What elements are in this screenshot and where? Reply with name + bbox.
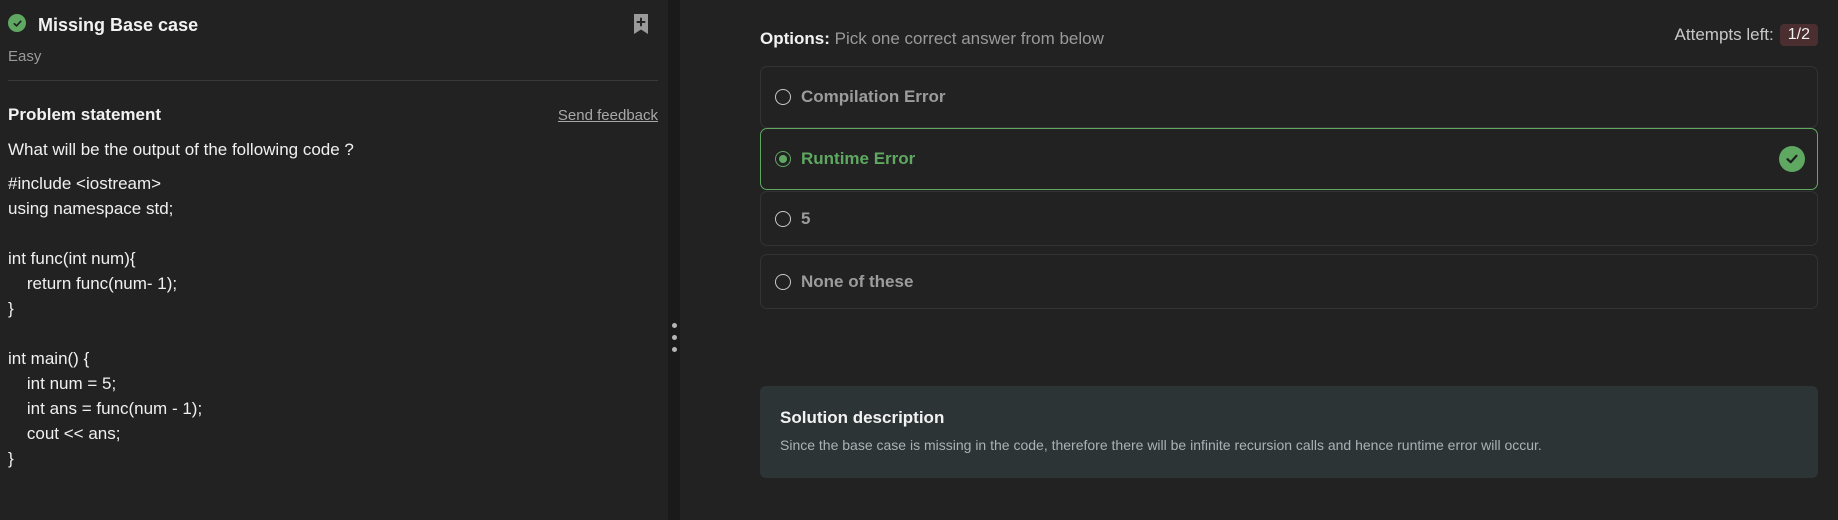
statement-heading: Problem statement [8,105,162,124]
attempts-indicator: Attempts left: 1/2 [1675,24,1818,46]
radio-button[interactable] [775,273,791,290]
code-line: } [8,299,14,318]
send-feedback-link[interactable]: Send feedback [558,107,658,124]
code-line: int num = 5; [8,374,117,393]
drag-dot [672,323,677,328]
radio-dot [779,155,787,163]
attempts-label: Attempts left: [1674,25,1774,44]
code-line: int main() { [8,349,90,368]
option-runtime-error[interactable]: Runtime Error [760,128,1818,190]
solution-text: Since the base case is missing in the co… [780,437,1542,453]
solution-box: Solution description Since the base case… [760,386,1818,478]
attempts-badge: 1/2 [1779,24,1818,46]
code-line: #include <iostream> [8,174,162,193]
option-5[interactable]: 5 [760,191,1818,246]
drag-dot [672,347,677,352]
radio-button-selected[interactable] [775,151,791,167]
options-instruction: Pick one correct answer from below [834,29,1104,48]
option-label: Runtime Error [801,149,916,168]
solution-heading: Solution description [780,408,945,427]
difficulty-label: Easy [8,48,42,65]
radio-button[interactable] [775,210,791,227]
bookmark-icon[interactable] [632,13,650,35]
statement-header: Problem statement Send feedback [8,103,658,127]
option-label: None of these [801,271,914,291]
code-line: cout << ans; [8,424,121,443]
solved-check-icon [8,14,26,32]
options-header: Options: Pick one correct answer from be… [760,29,1104,49]
app-root: Missing Base case Easy Problem statement… [0,0,1838,520]
panel-splitter[interactable] [668,0,680,520]
option-none-of-these[interactable]: None of these [760,254,1818,309]
code-line: int func(int num){ [8,249,136,268]
code-line: using namespace std; [8,199,174,218]
radio-button[interactable] [775,89,791,105]
problem-title-row: Missing Base case [8,0,658,50]
code-line: return func(num- 1); [8,274,178,293]
problem-panel: Missing Base case Easy Problem statement… [0,0,668,520]
code-line: int ans = func(num - 1); [8,399,203,418]
options-label: Options: [760,29,830,48]
option-label: Compilation Error [801,87,946,106]
question-text: What will be the output of the following… [8,140,354,159]
code-line: } [8,449,14,468]
answer-panel: Options: Pick one correct answer from be… [680,0,1838,520]
problem-title: Missing Base case [38,14,199,35]
option-label: 5 [801,208,811,228]
divider [8,80,658,81]
correct-check-icon [1779,146,1805,172]
drag-handle-icon[interactable] [672,323,677,352]
drag-dot [672,335,677,340]
option-compilation-error[interactable]: Compilation Error [760,66,1818,128]
code-block: #include <iostream> using namespace std;… [8,171,658,471]
